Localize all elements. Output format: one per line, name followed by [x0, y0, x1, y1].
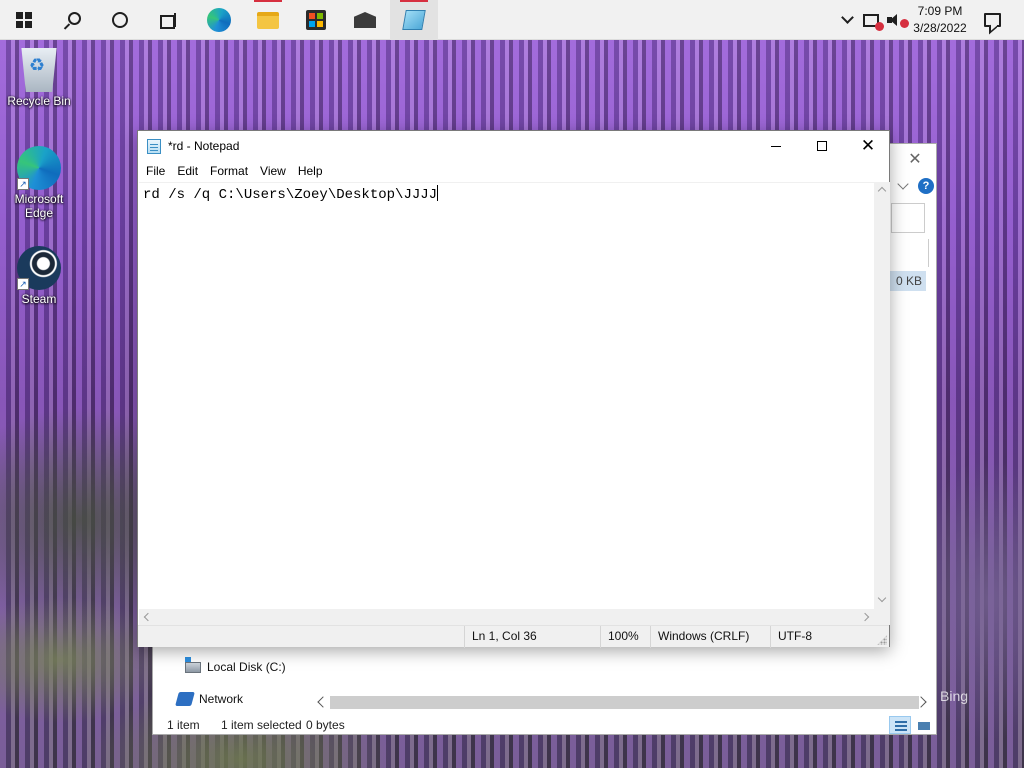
taskbar-mail-button[interactable]	[341, 0, 389, 40]
editor-text: rd /s /q C:\Users\Zoey\Desktop\JJJJ	[143, 187, 438, 203]
selection-count: 1 item selected	[221, 718, 302, 732]
notification-icon	[983, 13, 1001, 27]
notepad-status-bar: Ln 1, Col 36 100% Windows (CRLF) UTF-8	[138, 625, 889, 648]
windows-logo-icon	[16, 12, 32, 28]
notepad-icon	[402, 10, 426, 30]
menu-edit[interactable]: Edit	[171, 161, 204, 182]
minimize-icon	[771, 145, 781, 147]
window-title: *rd - Notepad	[168, 139, 240, 153]
help-icon[interactable]: ?	[918, 178, 934, 194]
explorer-close-button[interactable]: ✕	[905, 150, 925, 170]
shortcut-arrow-icon: ↗	[17, 178, 29, 190]
action-center-button[interactable]	[978, 0, 1006, 40]
taskbar-edge-button[interactable]	[195, 0, 243, 40]
network-icon	[175, 692, 195, 706]
notepad-window: *rd - Notepad ✕ File Edit Format View He…	[137, 130, 890, 648]
show-hidden-icons-button[interactable]	[838, 0, 856, 40]
column-divider	[928, 239, 929, 267]
minimize-button[interactable]	[753, 131, 799, 161]
text-editor-area[interactable]: rd /s /q C:\Users\Zoey\Desktop\JJJJ	[139, 182, 874, 609]
desktop-icon-label: Recycle Bin	[7, 94, 71, 108]
nav-item-local-disk[interactable]: Local Disk (C:)	[185, 656, 286, 674]
search-icon	[67, 11, 81, 25]
bing-watermark: Bing	[940, 688, 969, 704]
cortana-icon	[112, 12, 128, 28]
scroll-right-icon[interactable]	[860, 612, 870, 622]
details-view-button[interactable]	[889, 716, 911, 734]
item-count: 1 item	[167, 718, 200, 732]
horizontal-scrollbar[interactable]	[139, 609, 874, 625]
close-icon: ✕	[860, 135, 876, 156]
store-icon	[306, 10, 326, 30]
desktop-icon-recycle-bin[interactable]: Recycle Bin	[1, 48, 77, 108]
edge-icon	[207, 8, 231, 32]
taskbar-notepad-button[interactable]	[390, 0, 438, 40]
desktop-icon-steam[interactable]: ↗ Steam	[1, 246, 77, 306]
steam-icon: ↗	[17, 246, 61, 290]
task-view-icon	[160, 13, 176, 29]
text-caret	[437, 185, 439, 201]
desktop-icon-microsoft-edge[interactable]: ↗ Microsoft Edge	[1, 146, 77, 220]
notepad-app-icon	[147, 139, 161, 154]
task-view-button[interactable]	[144, 0, 192, 40]
taskbar-file-explorer-button[interactable]	[244, 0, 292, 40]
clock-time: 7:09 PM	[917, 4, 963, 18]
menu-view[interactable]: View	[254, 161, 292, 182]
mail-icon	[354, 12, 376, 28]
clock-date: 3/28/2022	[913, 21, 967, 35]
nav-item-label: Local Disk (C:)	[207, 660, 286, 674]
nav-item-network[interactable]: Network	[175, 692, 244, 706]
maximize-icon	[817, 141, 827, 151]
scroll-left-icon[interactable]	[143, 612, 153, 622]
cortana-button[interactable]	[96, 0, 144, 40]
ribbon-expand-icon[interactable]	[897, 178, 909, 190]
menu-help[interactable]: Help	[292, 161, 329, 182]
scrollbar-thumb[interactable]	[330, 696, 919, 709]
network-disconnected-icon	[863, 13, 884, 31]
shortcut-arrow-icon: ↗	[17, 278, 29, 290]
nav-item-label: Network	[199, 692, 244, 706]
search-button[interactable]	[48, 0, 96, 40]
file-size-cell: 0 KB	[890, 271, 926, 291]
notepad-title-bar[interactable]: *rd - Notepad ✕	[138, 131, 889, 161]
menu-format[interactable]: Format	[204, 161, 254, 182]
desktop-icon-label: Microsoft Edge	[14, 192, 64, 220]
explorer-status-bar: 1 item 1 item selected 0 bytes	[153, 716, 936, 736]
clock-button[interactable]: 7:09 PM 3/28/2022	[906, 3, 974, 37]
scrollbar-corner	[874, 609, 890, 625]
large-icons-view-button[interactable]	[912, 716, 934, 734]
desktop-icon-label: Steam	[21, 292, 57, 306]
explorer-search-input[interactable]	[891, 203, 925, 233]
maximize-button[interactable]	[799, 131, 845, 161]
taskbar-store-button[interactable]	[292, 0, 340, 40]
menu-bar: File Edit Format View Help	[138, 161, 889, 182]
line-ending: Windows (CRLF)	[650, 626, 770, 648]
start-button[interactable]	[0, 0, 48, 40]
taskbar: 7:09 PM 3/28/2022	[0, 0, 1024, 40]
network-tray-button[interactable]	[860, 0, 884, 40]
scroll-up-icon[interactable]	[877, 186, 887, 196]
explorer-horizontal-scrollbar[interactable]	[313, 694, 929, 711]
selection-size: 0 bytes	[306, 718, 345, 732]
folder-icon	[257, 11, 279, 29]
recycle-bin-icon	[21, 48, 57, 92]
drive-icon	[185, 656, 201, 673]
close-button[interactable]: ✕	[845, 131, 891, 161]
chevron-up-icon	[840, 11, 854, 24]
cursor-position: Ln 1, Col 36	[464, 626, 594, 648]
menu-file[interactable]: File	[140, 161, 171, 182]
vertical-scrollbar[interactable]	[874, 182, 890, 609]
encoding: UTF-8	[770, 626, 880, 648]
scroll-left-icon[interactable]	[317, 696, 329, 708]
volume-muted-icon	[887, 13, 901, 27]
zoom-level: 100%	[600, 626, 650, 648]
scroll-down-icon[interactable]	[877, 593, 887, 603]
edge-icon: ↗	[17, 146, 61, 190]
